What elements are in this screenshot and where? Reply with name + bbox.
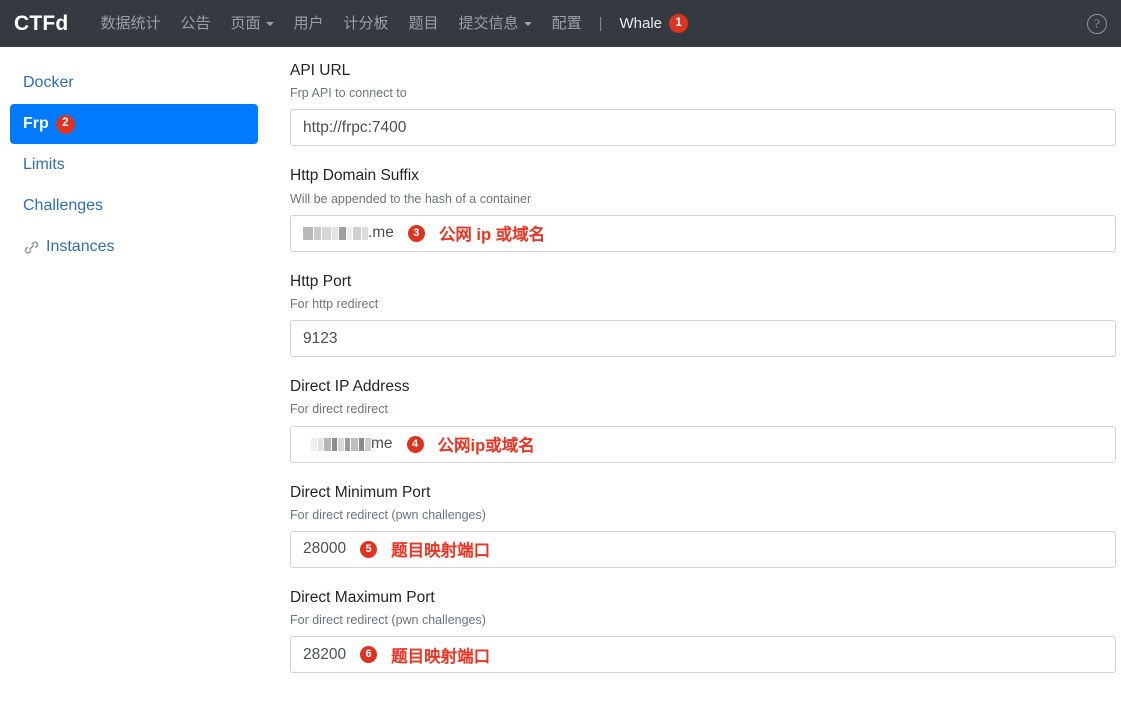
- nav-item-1[interactable]: 公告: [170, 16, 220, 31]
- nav-item-label: 配置: [551, 15, 582, 32]
- form-field: Http Port For http redirect 9123: [290, 272, 1116, 358]
- annotation-badge: 6: [360, 646, 378, 664]
- redacted-value: [303, 226, 368, 241]
- chevron-down-icon: [265, 21, 274, 26]
- field-help-text: For direct redirect: [290, 402, 388, 417]
- sidebar-item-docker[interactable]: Docker: [1, 63, 267, 103]
- nav-item-label: Whale: [619, 15, 663, 32]
- input-value: .me: [368, 224, 394, 242]
- text-input[interactable]: 9123: [290, 320, 1116, 358]
- form-field: Direct Minimum Port For direct redirect (…: [290, 483, 1116, 568]
- form-field: Http Domain Suffix Will be appended to th…: [290, 166, 1116, 252]
- settings-form: API URL Frp API to connect to http://frpc:…: [268, 47, 1121, 710]
- form-field: Direct Maximum Port For direct redirect (…: [290, 588, 1116, 674]
- redacted-value: [311, 437, 371, 452]
- field-help-text: For direct redirect (pwn challenges): [290, 507, 486, 522]
- sidebar-annotation-badge: 2: [55, 114, 75, 134]
- field-help-text: Will be appended to the hash of a contai…: [290, 191, 532, 206]
- field-label: Http Domain Suffix: [290, 167, 419, 185]
- sidebar-item-frp[interactable]: Frp 2: [10, 104, 258, 144]
- annotation-text: 公网ip或域名: [437, 437, 535, 456]
- nav-item-3[interactable]: 用户: [284, 16, 334, 31]
- sidebar-item-label: Docker: [23, 74, 74, 91]
- nav-item-label: 题目: [408, 15, 439, 32]
- sidebar-item-label: Frp: [23, 115, 49, 132]
- top-navbar: CTFd 数据统计 公告 页面 用户 计分板 题目 提交信息 配置 | Whale 1 ?: [0, 0, 1121, 47]
- nav-item-label: 数据统计: [100, 15, 161, 32]
- field-help-text: For http redirect: [290, 296, 379, 311]
- text-input[interactable]: .me 3 公网 ip 或域名: [290, 214, 1116, 252]
- annotation-text: 题目映射端口: [391, 647, 491, 666]
- sidebar-item-label: Instances: [46, 238, 115, 255]
- input-value: me: [371, 435, 393, 453]
- sidebar-item-label: Challenges: [23, 197, 104, 214]
- field-label: Direct IP Address: [290, 378, 410, 396]
- annotation-badge: 3: [407, 224, 425, 242]
- nav-item-0[interactable]: 数据统计: [90, 16, 170, 31]
- brand-logo[interactable]: CTFd: [14, 12, 68, 36]
- nav-item-5[interactable]: 题目: [399, 16, 449, 31]
- field-label: Direct Minimum Port: [290, 483, 431, 501]
- nav-item-label: |: [598, 15, 603, 32]
- question-circle-icon[interactable]: ?: [1087, 13, 1107, 34]
- text-input[interactable]: 28000 5 题目映射端口: [290, 530, 1116, 568]
- sidebar-item-label: Limits: [23, 156, 65, 173]
- field-help-text: For direct redirect (pwn challenges): [290, 613, 486, 628]
- input-value: 28200: [303, 645, 347, 663]
- link-icon: [23, 239, 40, 256]
- nav-items: 数据统计 公告 页面 用户 计分板 题目 提交信息 配置 | Whale 1: [90, 14, 698, 33]
- input-value: http://frpc:7400: [303, 118, 407, 136]
- notification-badge: 1: [669, 14, 689, 33]
- page-body: Docker Frp 2 Limits Challenges Instances API …: [0, 47, 1121, 710]
- chevron-down-icon: [523, 21, 532, 26]
- settings-sidebar: Docker Frp 2 Limits Challenges Instances: [0, 47, 268, 710]
- form-field: Direct IP Address For direct redirect me 4 公…: [290, 377, 1116, 463]
- nav-item-label: 计分板: [343, 15, 389, 32]
- annotation-badge: 4: [406, 435, 424, 453]
- nav-item-7[interactable]: 配置: [542, 16, 592, 31]
- nav-item-4[interactable]: 计分板: [334, 16, 399, 31]
- input-value: 9123: [303, 329, 338, 347]
- nav-item-label: 用户: [293, 15, 324, 32]
- field-label: API URL: [290, 62, 351, 79]
- nav-item-label: 提交信息: [458, 15, 519, 32]
- field-label: Direct Maximum Port: [290, 588, 435, 606]
- sidebar-item-instances[interactable]: Instances: [1, 227, 267, 267]
- annotation-text: 题目映射端口: [391, 542, 491, 561]
- sidebar-item-challenges[interactable]: Challenges: [1, 186, 267, 226]
- annotation-badge: 5: [360, 540, 378, 558]
- text-input[interactable]: me 4 公网ip或域名: [290, 425, 1116, 463]
- annotation-text: 公网 ip 或域名: [438, 226, 546, 245]
- nav-item-2[interactable]: 页面: [220, 16, 283, 31]
- form-field: API URL Frp API to connect to http://frpc:…: [290, 61, 1116, 147]
- input-value: 28000: [303, 540, 347, 558]
- field-label: Http Port: [290, 272, 352, 290]
- nav-separator: |: [592, 16, 610, 31]
- text-input[interactable]: http://frpc:7400: [290, 109, 1116, 147]
- field-help-text: Frp API to connect to: [290, 86, 407, 101]
- sidebar-item-limits[interactable]: Limits: [1, 145, 267, 185]
- nav-item-9[interactable]: Whale 1: [609, 14, 698, 33]
- nav-item-label: 公告: [180, 15, 211, 32]
- nav-item-6[interactable]: 提交信息: [449, 16, 542, 31]
- nav-item-label: 页面: [230, 15, 261, 32]
- text-input[interactable]: 28200 6 题目映射端口: [290, 636, 1116, 674]
